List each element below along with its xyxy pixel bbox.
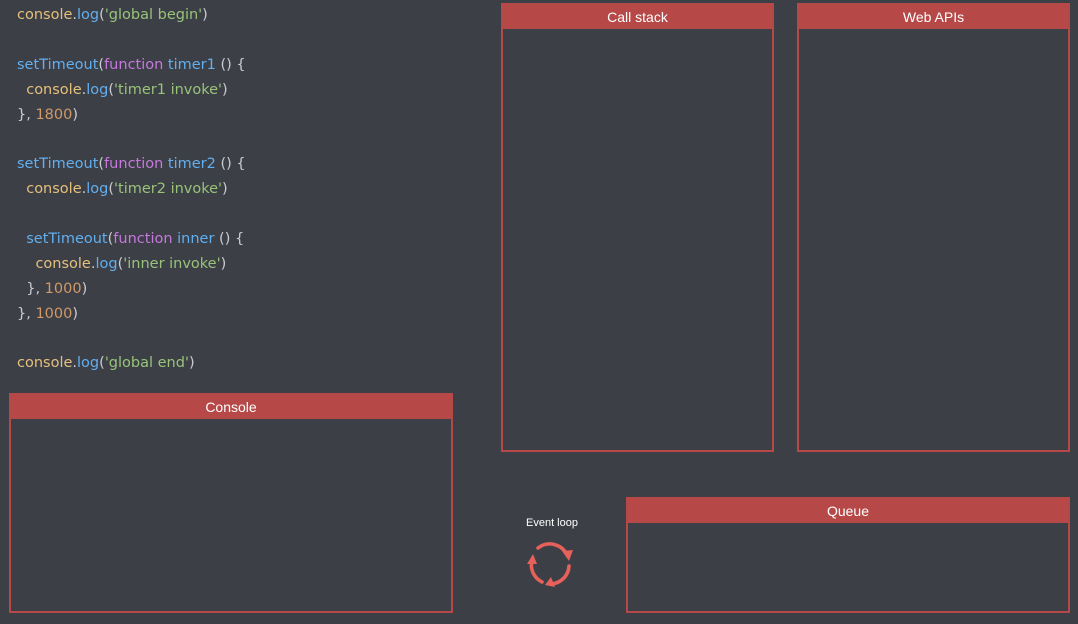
code-line: console.log('global begin') [17,3,246,28]
queue-panel-title: Queue [628,499,1068,523]
console-panel: Console [9,393,453,613]
web-apis-panel-body [799,29,1068,450]
code-token: 1000 [35,305,73,322]
code-token: console [26,81,82,98]
code-editor: console.log('global begin') setTimeout(fu… [17,3,246,376]
code-token: inner [177,231,215,248]
queue-panel-body [628,523,1068,611]
code-token: setTimeout [17,56,99,73]
code-token: setTimeout [17,156,99,173]
code-token: setTimeout [26,231,108,248]
call-stack-panel-body [503,29,772,450]
code-token: log [95,255,118,272]
code-token: 1000 [44,280,82,297]
code-token: ) [81,280,88,297]
code-line: }, 1000) [17,302,246,327]
code-line: }, 1000) [17,277,246,302]
code-line: }, 1800) [17,103,246,128]
code-token: function [113,231,173,248]
code-line: setTimeout(function inner () { [17,227,246,252]
call-stack-panel-title: Call stack [503,5,772,29]
console-panel-body [11,419,451,611]
code-token: () { [215,156,246,173]
refresh-cycle-icon [527,542,573,587]
code-line: setTimeout(function timer1 () { [17,53,246,78]
code-token: ) [222,81,228,98]
code-token: console [35,255,91,272]
code-line: console.log('timer1 invoke') [17,78,246,103]
code-token: ) [188,355,195,372]
code-token: }, [17,305,36,322]
call-stack-panel: Call stack [501,3,774,452]
code-token: console [17,7,73,23]
code-token: timer1 [167,56,216,73]
code-token: ) [72,305,79,322]
code-token: function [104,56,164,73]
event-loop-label: Event loop [526,517,578,529]
code-token: 'global end' [104,355,189,372]
code-token: timer2 [167,156,216,173]
code-token: log [77,7,100,23]
code-token: log [86,181,109,198]
code-line: console.log('global end') [17,351,246,376]
code-token: console [26,181,82,198]
web-apis-panel-title: Web APIs [799,5,1068,29]
code-token: }, [17,106,36,123]
code-token: ) [222,181,228,198]
code-token: 'timer1 invoke' [114,81,223,98]
code-token: ) [72,106,79,123]
code-token: ) [220,255,227,272]
code-token: ) [202,7,208,23]
code-token: log [86,81,109,98]
code-token: () { [214,231,245,248]
code-token: 'timer2 invoke' [114,181,223,198]
code-token: log [77,355,100,372]
code-token: console [17,355,73,372]
code-token: function [104,156,164,173]
code-token: 'inner invoke' [123,255,221,272]
code-token: 1800 [35,106,73,123]
code-token: 'global begin' [104,7,203,23]
code-line: console.log('inner invoke') [17,252,246,277]
code-line: setTimeout(function timer2 () { [17,152,246,177]
code-token: () { [215,56,246,73]
code-line: console.log('timer2 invoke') [17,177,246,202]
web-apis-panel: Web APIs [797,3,1070,452]
queue-panel: Queue [626,497,1070,613]
code-token: }, [17,280,45,297]
console-panel-title: Console [11,395,451,419]
